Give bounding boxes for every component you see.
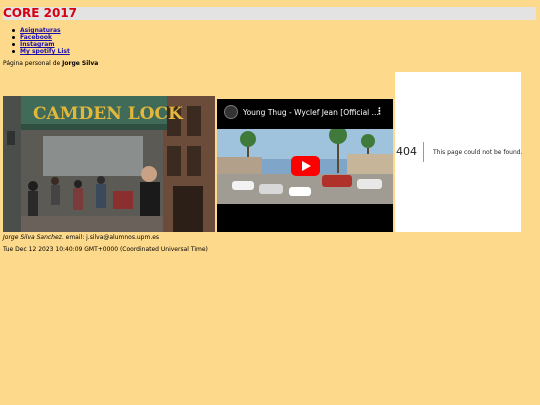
- caption-email: . email: j.silva@alumnos.upm.es: [61, 234, 160, 241]
- intro-prefix: Página personal de: [3, 60, 63, 67]
- current-datetime: Tue Dec 12 2023 10:40:09 GMT+0000 (Coord…: [3, 246, 208, 253]
- youtube-embed[interactable]: Young Thug - Wyclef Jean [Official ... ⋮: [217, 99, 393, 232]
- channel-avatar-icon: [224, 105, 238, 119]
- photo-caption: Jorge Silva Sanchez. email: j.silva@alum…: [3, 234, 159, 241]
- intro-text: Página personal de Jorge Silva: [3, 60, 98, 67]
- sign-text: CAMDEN LOCK: [33, 104, 184, 124]
- video-thumbnail[interactable]: [217, 129, 393, 204]
- nav-item-asignaturas: Asignaturas: [11, 27, 70, 34]
- thumbnail-illustration: [217, 129, 393, 204]
- nav-item-instagram: Instagram: [11, 41, 70, 48]
- nav-link-spotify[interactable]: My spotify List: [20, 48, 70, 55]
- nav-link-instagram[interactable]: Instagram: [20, 41, 55, 48]
- nav-link-asignaturas[interactable]: Asignaturas: [20, 27, 61, 34]
- nav-item-spotify: My spotify List: [11, 48, 70, 55]
- nav-list: Asignaturas Facebook Instagram My spotif…: [11, 27, 70, 55]
- caption-author: Jorge Silva Sanchez: [3, 234, 62, 241]
- header-bar: CORE 2017: [3, 6, 536, 20]
- embedded-error-frame: 404 This page could not be found.: [395, 72, 523, 232]
- more-options-icon[interactable]: ⋮: [375, 107, 384, 117]
- nav-item-facebook: Facebook: [11, 34, 70, 41]
- error-code: 404: [396, 145, 417, 158]
- photo-illustration: CAMDEN LOCK: [3, 96, 215, 232]
- video-title[interactable]: Young Thug - Wyclef Jean [Official ...: [243, 108, 379, 117]
- intro-name: Jorge Silva: [62, 60, 99, 67]
- error-divider: [423, 142, 424, 162]
- camden-lock-photo: CAMDEN LOCK: [3, 96, 215, 232]
- site-title: CORE 2017: [3, 6, 78, 20]
- nav-link-facebook[interactable]: Facebook: [20, 34, 52, 41]
- error-message: This page could not be found.: [433, 149, 523, 156]
